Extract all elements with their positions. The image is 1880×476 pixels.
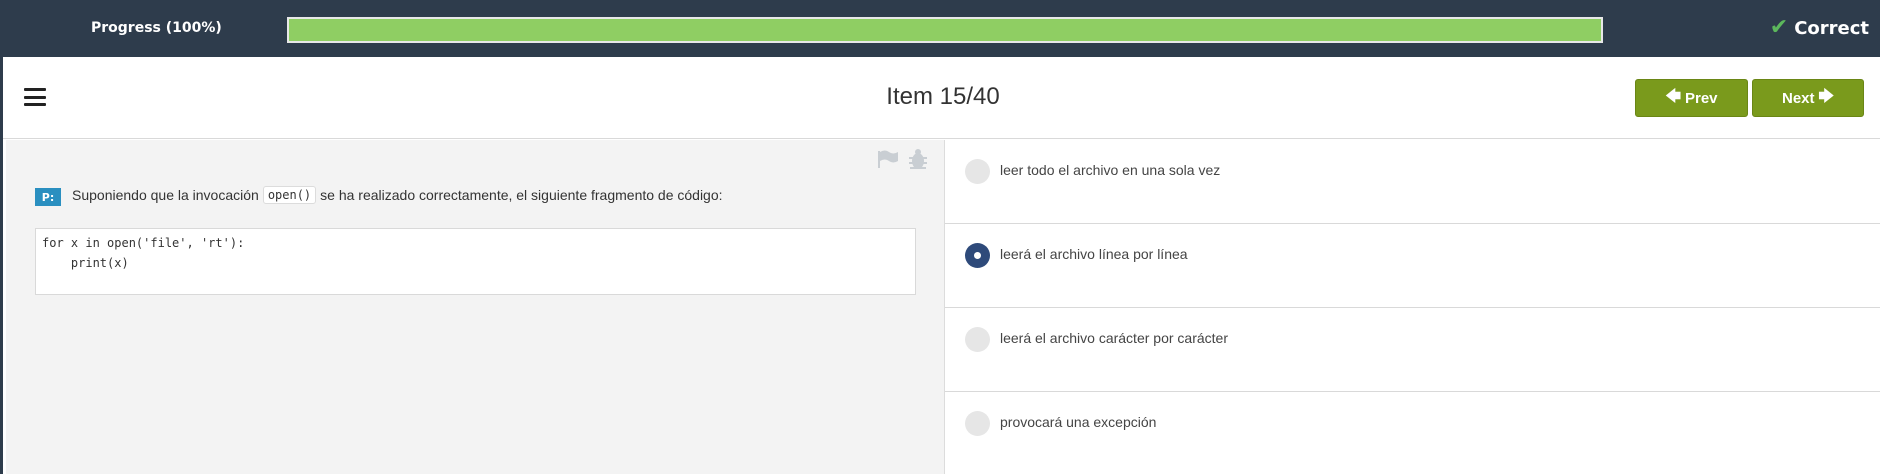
bug-icon[interactable] [908, 148, 928, 174]
question-text-before: Suponiendo que la invocación [72, 187, 259, 203]
answers-pane: leer todo el archivo en una sola vez lee… [945, 140, 1880, 474]
radio-button[interactable] [965, 159, 990, 184]
question-badge: P: [35, 188, 61, 206]
prev-button-label: Prev [1684, 89, 1718, 107]
prev-button[interactable]: 🡄 Prev [1635, 79, 1748, 117]
radio-button[interactable] [965, 327, 990, 352]
item-header: Item 15/40 🡄 Prev Next 🡆 [3, 57, 1880, 139]
answer-label: leerá el archivo carácter por carácter [1000, 330, 1228, 346]
progress-track [287, 17, 1603, 43]
result-status: ✔ Correct [1770, 17, 1869, 39]
answer-option[interactable]: leer todo el archivo en una sola vez [945, 140, 1880, 224]
answer-option[interactable]: provocará una excepción [945, 392, 1880, 476]
question-text: Suponiendo que la invocación open() se h… [72, 186, 723, 204]
answer-label: leer todo el archivo en una sola vez [1000, 162, 1221, 178]
next-button[interactable]: Next 🡆 [1752, 79, 1864, 117]
result-status-label: Correct [1794, 17, 1869, 39]
radio-button[interactable] [965, 411, 990, 436]
answer-label: leerá el archivo línea por línea [1000, 246, 1188, 262]
next-button-label: Next [1781, 89, 1815, 107]
question-text-after: se ha realizado correctamente, el siguie… [320, 187, 723, 203]
flag-icon[interactable] [877, 150, 899, 172]
answer-label: provocará una excepción [1000, 414, 1157, 430]
radio-button-selected[interactable] [965, 243, 990, 268]
inline-code: open() [262, 186, 317, 204]
progress-bar-area: Progress (100%) ✔ Correct [3, 0, 1880, 57]
question-pane: P: Suponiendo que la invocación open() s… [6, 140, 945, 474]
app-frame: Progress (100%) ✔ Correct Item 15/40 🡄 P… [0, 0, 1880, 474]
answer-option[interactable]: leerá el archivo línea por línea [945, 224, 1880, 308]
item-counter: Item 15/40 [886, 83, 1000, 110]
check-icon: ✔ [1769, 15, 1789, 40]
answer-option[interactable]: leerá el archivo carácter por carácter [945, 308, 1880, 392]
arrow-right-icon: 🡆 [1818, 87, 1835, 105]
progress-fill [289, 19, 1601, 41]
progress-label: Progress (100%) [91, 20, 222, 36]
code-snippet: for x in open('file', 'rt'): print(x) [35, 228, 916, 295]
arrow-left-icon: 🡄 [1665, 87, 1681, 105]
